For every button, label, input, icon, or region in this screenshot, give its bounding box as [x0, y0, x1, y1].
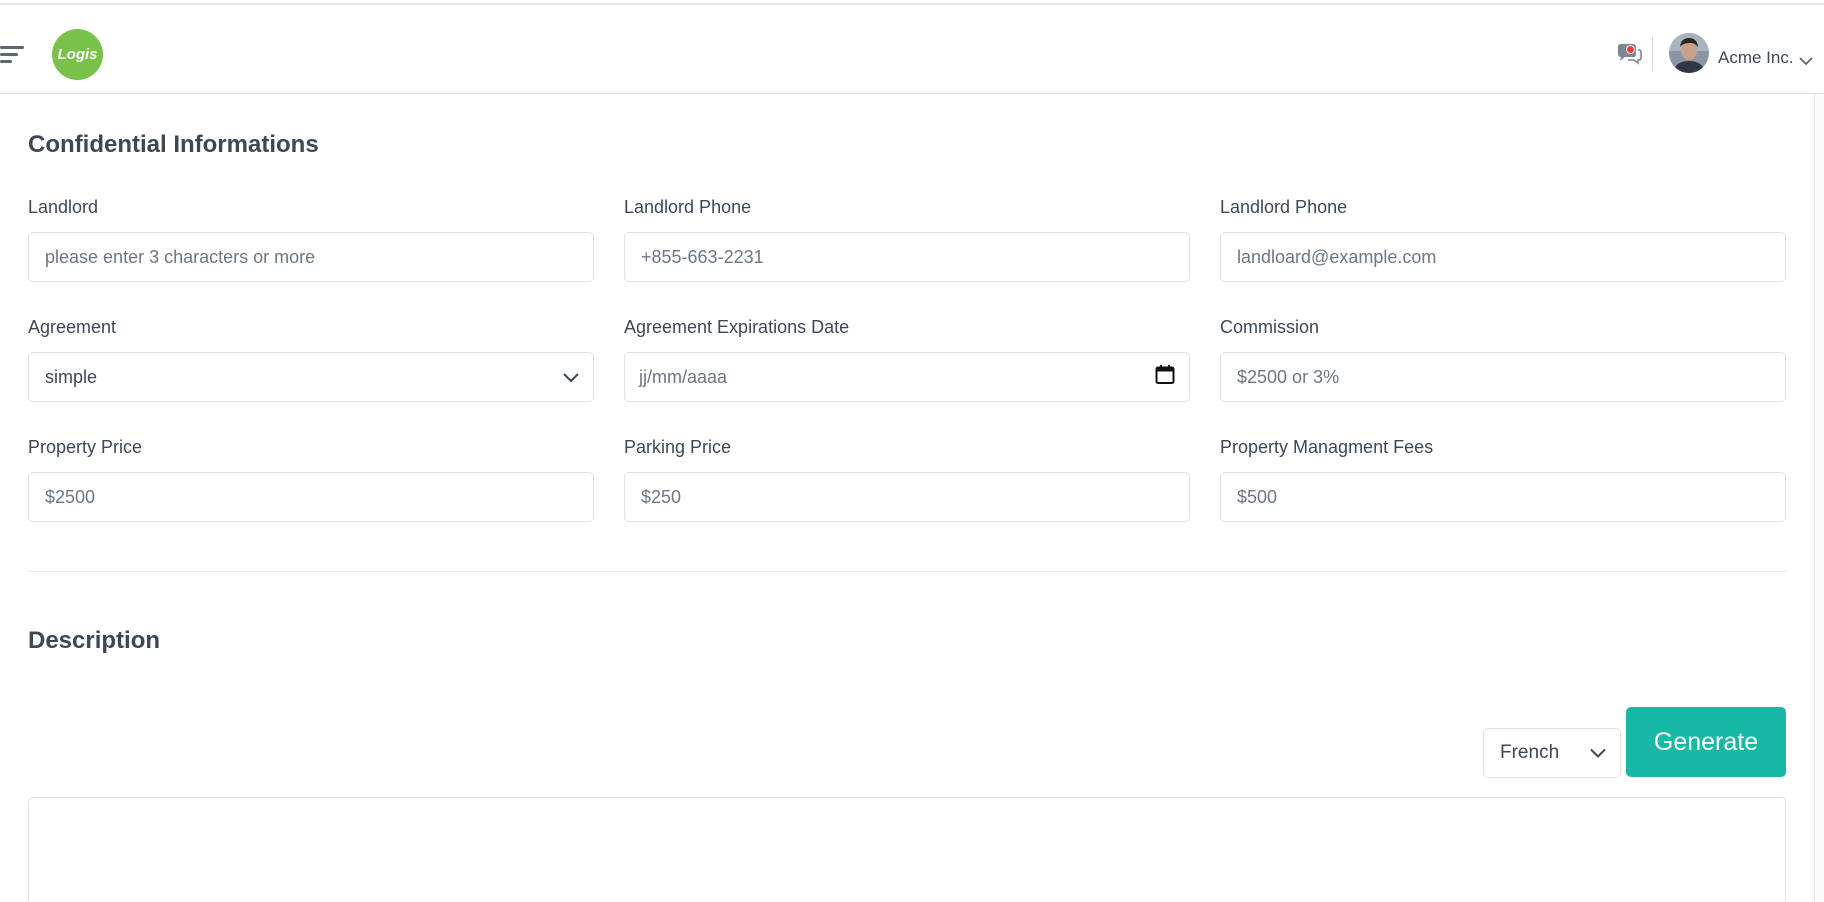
- landlord-label: Landlord: [28, 197, 99, 217]
- description-textarea[interactable]: [28, 797, 1786, 902]
- agreement-select[interactable]: simple: [28, 352, 594, 402]
- agreement-label: Agreement: [28, 317, 117, 337]
- confidential-section-title: Confidential Informations: [28, 131, 319, 158]
- menu-icon[interactable]: [0, 44, 26, 66]
- landlord-email-placeholder: landloard@example.com: [1237, 246, 1437, 267]
- landlord-phone-input[interactable]: +855-663-2231: [624, 232, 1190, 282]
- chevron-down-icon: [1590, 742, 1606, 764]
- management-fees-placeholder: $500: [1237, 486, 1278, 507]
- landlord-email-input[interactable]: landloard@example.com: [1220, 232, 1786, 282]
- property-price-input[interactable]: $2500: [28, 472, 594, 522]
- agreement-value: simple: [45, 366, 98, 387]
- user-avatar[interactable]: [1669, 33, 1709, 73]
- chevron-down-icon: [563, 367, 579, 388]
- landlord-phone-placeholder: +855-663-2231: [641, 246, 764, 267]
- scrollbar[interactable]: [1814, 94, 1824, 902]
- landlord-input[interactable]: please enter 3 characters or more: [28, 232, 594, 282]
- navbar-separator: [1652, 37, 1653, 71]
- generate-button[interactable]: Generate: [1626, 707, 1786, 777]
- landlord-phone-label: Landlord Phone: [624, 197, 752, 217]
- commission-input[interactable]: $2500 or 3%: [1220, 352, 1786, 402]
- agreement-expiration-placeholder: jj/mm/aaaa: [639, 366, 728, 387]
- commission-label: Commission: [1220, 317, 1320, 337]
- management-fees-input[interactable]: $500: [1220, 472, 1786, 522]
- chevron-down-icon[interactable]: [1799, 53, 1813, 66]
- management-fees-label: Property Managment Fees: [1220, 437, 1434, 457]
- parking-price-placeholder: $250: [641, 486, 682, 507]
- notification-dot: [1626, 45, 1635, 54]
- top-navbar: Logis Acme Inc.: [0, 5, 1824, 94]
- language-select[interactable]: French: [1483, 728, 1621, 778]
- logo[interactable]: Logis: [52, 29, 103, 80]
- property-price-placeholder: $2500: [45, 486, 96, 507]
- parking-price-input[interactable]: $250: [624, 472, 1190, 522]
- parking-price-label: Parking Price: [624, 437, 732, 457]
- agreement-expiration-label: Agreement Expirations Date: [624, 317, 850, 337]
- property-price-label: Property Price: [28, 437, 143, 457]
- commission-placeholder: $2500 or 3%: [1237, 366, 1340, 387]
- landlord-email-label: Landlord Phone: [1220, 197, 1348, 217]
- landlord-placeholder: please enter 3 characters or more: [45, 246, 316, 267]
- description-section-title: Description: [28, 627, 161, 654]
- calendar-icon[interactable]: [1155, 365, 1175, 390]
- agreement-expiration-date-input[interactable]: jj/mm/aaaa: [624, 352, 1190, 402]
- company-name[interactable]: Acme Inc.: [1718, 48, 1794, 68]
- language-value: French: [1500, 742, 1560, 763]
- section-divider: [28, 571, 1786, 572]
